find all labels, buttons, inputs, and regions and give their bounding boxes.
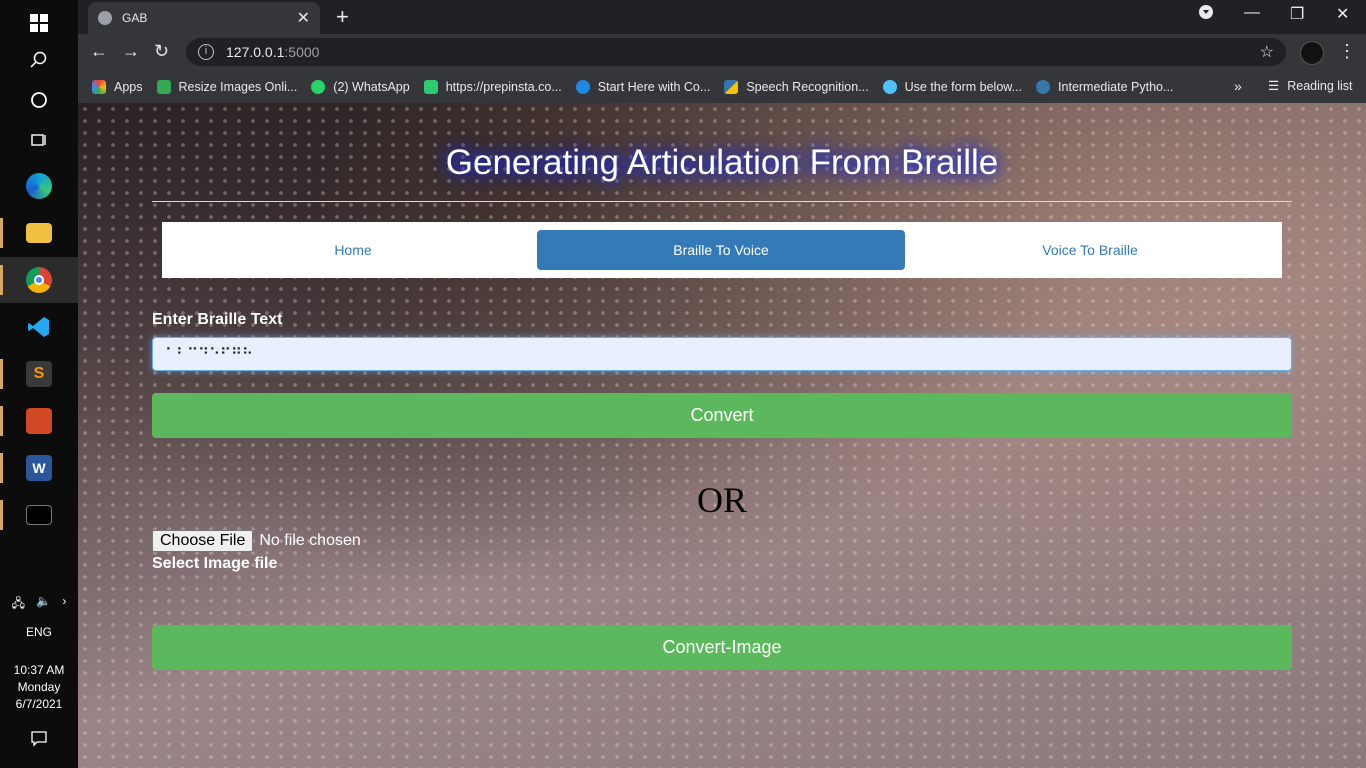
edge-app-icon[interactable]: [0, 163, 78, 209]
bookmark-label: https://prepinsta.co...: [445, 79, 562, 94]
bookmark-label: (2) WhatsApp: [333, 79, 410, 94]
bookmarks-bar: Apps Resize Images Onli... (2) WhatsApp …: [78, 70, 1366, 103]
clock-date[interactable]: 6/7/2021: [0, 697, 78, 711]
nav-home[interactable]: Home: [169, 230, 537, 270]
reading-list-icon: ☰: [1268, 79, 1280, 93]
network-icon[interactable]: 🖧: [12, 594, 25, 615]
site-info-icon[interactable]: i: [198, 44, 214, 60]
close-tab-icon[interactable]: ✕: [297, 8, 310, 28]
or-separator: OR: [696, 480, 747, 520]
braille-text-label: Enter Braille Text: [152, 311, 283, 328]
choose-file-button[interactable]: Choose File: [152, 530, 254, 552]
reading-list-button[interactable]: ☰ Reading list: [1268, 78, 1353, 94]
prepinsta-icon: [423, 79, 438, 94]
sublime-app-icon[interactable]: S: [0, 351, 78, 397]
bookmark-label: Use the form below...: [904, 79, 1023, 94]
notifications-icon[interactable]: [0, 716, 78, 762]
bookmark-intermediate-python[interactable]: Intermediate Pytho...: [1036, 79, 1174, 94]
chrome-app-icon[interactable]: [0, 257, 78, 303]
powerpoint-app-icon[interactable]: [0, 398, 78, 444]
python-icon: [724, 79, 739, 94]
profile-avatar[interactable]: [1300, 41, 1324, 65]
menu-kebab-icon[interactable]: ⋮: [1338, 41, 1356, 62]
python-icon: [1036, 79, 1051, 94]
bookmark-apps[interactable]: Apps: [92, 79, 143, 94]
bookmark-label: Start Here with Co...: [597, 79, 711, 94]
start-here-icon: [575, 79, 590, 94]
convert-image-button[interactable]: Convert-Image: [152, 625, 1292, 670]
nav-braille-to-voice[interactable]: Braille To Voice: [537, 230, 905, 270]
tab-search-icon[interactable]: [1198, 4, 1214, 25]
bookmark-label: Resize Images Onli...: [178, 79, 298, 94]
vscode-app-icon[interactable]: [0, 304, 78, 350]
bookmark-star-icon[interactable]: ☆: [1260, 42, 1274, 62]
globe-icon: [98, 11, 112, 25]
browser-tab[interactable]: GAB ✕: [88, 2, 320, 34]
whatsapp-icon: [311, 79, 326, 94]
volume-icon[interactable]: 🔈: [36, 594, 51, 615]
page-title: Generating Articulation From Braille: [445, 143, 999, 182]
windows-taskbar: S W 🖧 🔈 › ENG 10:37 AM Monday 6/7/2021: [0, 0, 78, 768]
braille-text-input[interactable]: [152, 337, 1292, 371]
reload-icon[interactable]: ↻: [154, 41, 169, 62]
system-tray: 🖧 🔈 ›: [0, 594, 78, 615]
word-app-icon[interactable]: W: [0, 445, 78, 491]
bookmark-resize-images[interactable]: Resize Images Onli...: [156, 79, 298, 94]
more-bookmarks-icon[interactable]: »: [1234, 78, 1242, 94]
terminal-app-icon[interactable]: [0, 492, 78, 538]
browser-chrome: GAB ✕ + — ❐ ✕ ← → ↻ i 127.0.0.1:5000 ☆ ⋮…: [78, 0, 1366, 103]
url-port: :5000: [284, 44, 320, 60]
file-input: Choose File No file chosen: [152, 530, 361, 552]
reading-list-label: Reading list: [1287, 78, 1353, 93]
bookmark-label: Apps: [114, 79, 143, 94]
convert-button[interactable]: Convert: [152, 393, 1292, 438]
form-icon: [882, 79, 897, 94]
restore-icon[interactable]: ❐: [1290, 4, 1304, 24]
file-explorer-icon[interactable]: [0, 210, 78, 256]
apps-grid-icon: [92, 79, 106, 94]
bookmark-start-here[interactable]: Start Here with Co...: [575, 79, 711, 94]
browser-toolbar: ← → ↻ i 127.0.0.1:5000 ☆ ⋮: [78, 34, 1366, 70]
tab-title: GAB: [122, 11, 148, 25]
bookmark-label: Intermediate Pytho...: [1058, 79, 1174, 94]
forward-icon[interactable]: →: [122, 41, 140, 62]
minimize-icon[interactable]: —: [1244, 4, 1260, 22]
task-view-icon[interactable]: [0, 117, 78, 163]
clock-time[interactable]: 10:37 AM: [0, 663, 78, 677]
select-image-label: Select Image file: [152, 555, 278, 572]
no-file-chosen-text: No file chosen: [259, 532, 361, 549]
bookmark-whatsapp[interactable]: (2) WhatsApp: [311, 79, 410, 94]
bookmark-label: Speech Recognition...: [746, 79, 869, 94]
new-tab-icon[interactable]: +: [336, 4, 349, 30]
nav-bar: Home Braille To Voice Voice To Braille: [162, 222, 1282, 278]
language-indicator[interactable]: ENG: [0, 625, 78, 639]
resize-icon: [156, 79, 171, 94]
bookmark-prepinsta[interactable]: https://prepinsta.co...: [423, 79, 562, 94]
page-content: Generating Articulation From Braille Hom…: [78, 103, 1366, 768]
chevron-right-icon[interactable]: ›: [62, 594, 66, 615]
clock-day[interactable]: Monday: [0, 680, 78, 694]
close-window-icon[interactable]: ✕: [1336, 4, 1349, 24]
back-icon[interactable]: ←: [90, 41, 108, 62]
address-bar[interactable]: i 127.0.0.1:5000 ☆: [186, 38, 1286, 66]
bookmark-use-the-form[interactable]: Use the form below...: [882, 79, 1023, 94]
url-host: 127.0.0.1: [226, 44, 285, 60]
nav-voice-to-braille[interactable]: Voice To Braille: [906, 230, 1274, 270]
bookmark-speech-recognition[interactable]: Speech Recognition...: [724, 79, 869, 94]
divider: [152, 201, 1292, 202]
